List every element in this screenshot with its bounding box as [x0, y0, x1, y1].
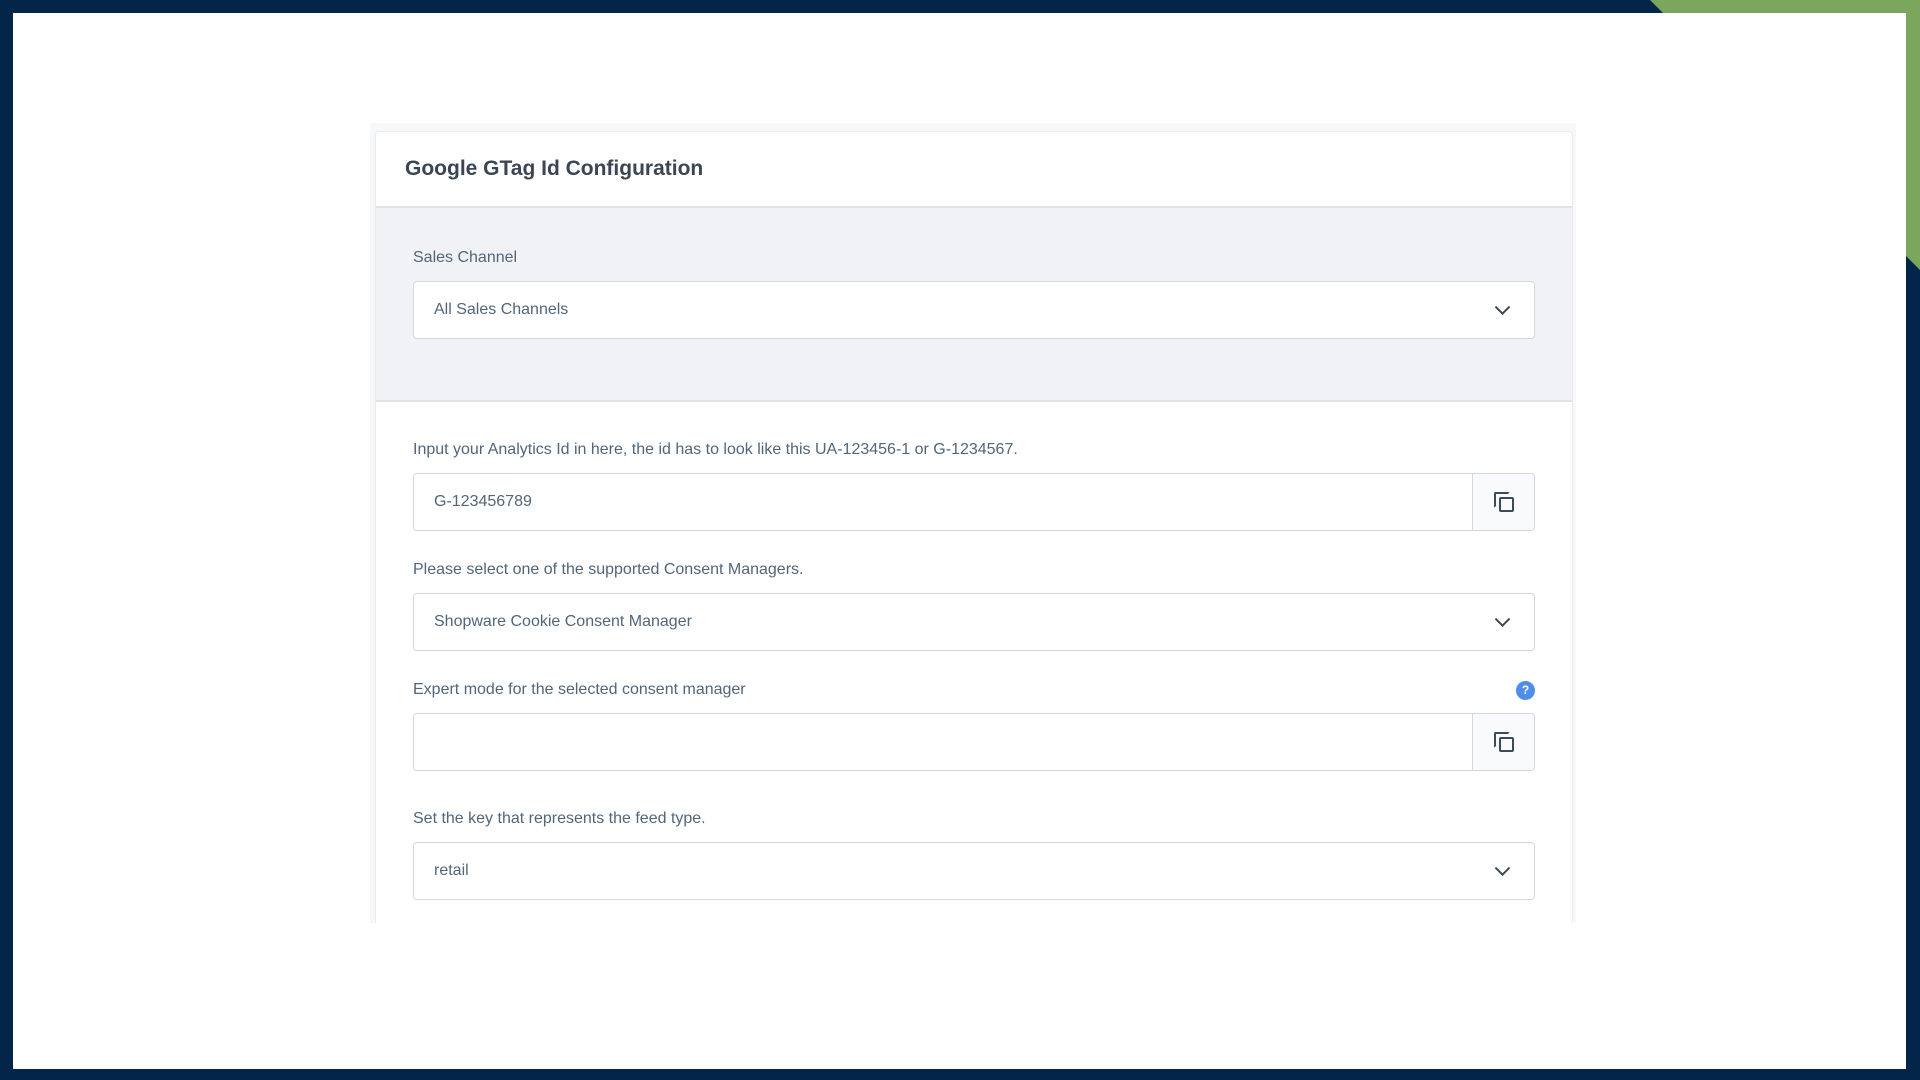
expert-mode-input[interactable] [414, 714, 1472, 770]
consent-manager-label-row: Please select one of the supported Conse… [413, 558, 1535, 582]
chevron-down-icon [1494, 860, 1511, 877]
feed-type-select[interactable]: retail [413, 842, 1535, 900]
sales-channel-section: Sales Channel All Sales Channels [376, 208, 1572, 402]
analytics-id-label-row: Input your Analytics Id in here, the id … [413, 438, 1535, 462]
feed-type-label: Set the key that represents the feed typ… [413, 810, 706, 827]
chevron-down-icon [1494, 299, 1511, 316]
expert-mode-label: Expert mode for the selected consent man… [413, 681, 746, 698]
card-title: Google GTag Id Configuration [405, 157, 704, 180]
consent-manager-label: Please select one of the supported Conse… [413, 561, 804, 578]
slide-canvas: Google GTag Id Configuration Sales Chann… [13, 13, 1906, 1069]
config-card-body: Google GTag Id Configuration Sales Chann… [375, 131, 1573, 923]
analytics-id-group [413, 473, 1535, 531]
analytics-id-copy-button[interactable] [1472, 474, 1534, 530]
sales-channel-value: All Sales Channels [434, 301, 569, 318]
card-header: Google GTag Id Configuration [376, 132, 1572, 208]
chevron-down-icon [1494, 611, 1511, 628]
copy-icon [1493, 732, 1514, 752]
expert-mode-label-row: Expert mode for the selected consent man… [413, 678, 1535, 702]
config-card: Google GTag Id Configuration Sales Chann… [370, 123, 1576, 923]
sales-channel-select[interactable]: All Sales Channels [413, 281, 1535, 339]
settings-section: Input your Analytics Id in here, the id … [376, 402, 1572, 900]
feed-type-label-row: Set the key that represents the feed typ… [413, 807, 1535, 831]
expert-mode-copy-button[interactable] [1472, 714, 1534, 770]
feed-type-value: retail [434, 862, 469, 879]
consent-manager-value: Shopware Cookie Consent Manager [434, 613, 692, 630]
analytics-id-input[interactable] [414, 474, 1472, 530]
expert-mode-group [413, 713, 1535, 771]
sales-channel-label: Sales Channel [413, 249, 518, 266]
sales-channel-label-row: Sales Channel [413, 246, 1535, 270]
consent-manager-select[interactable]: Shopware Cookie Consent Manager [413, 593, 1535, 651]
analytics-id-label: Input your Analytics Id in here, the id … [413, 441, 1018, 458]
copy-icon [1493, 492, 1514, 512]
help-icon[interactable]: ? [1516, 680, 1535, 700]
